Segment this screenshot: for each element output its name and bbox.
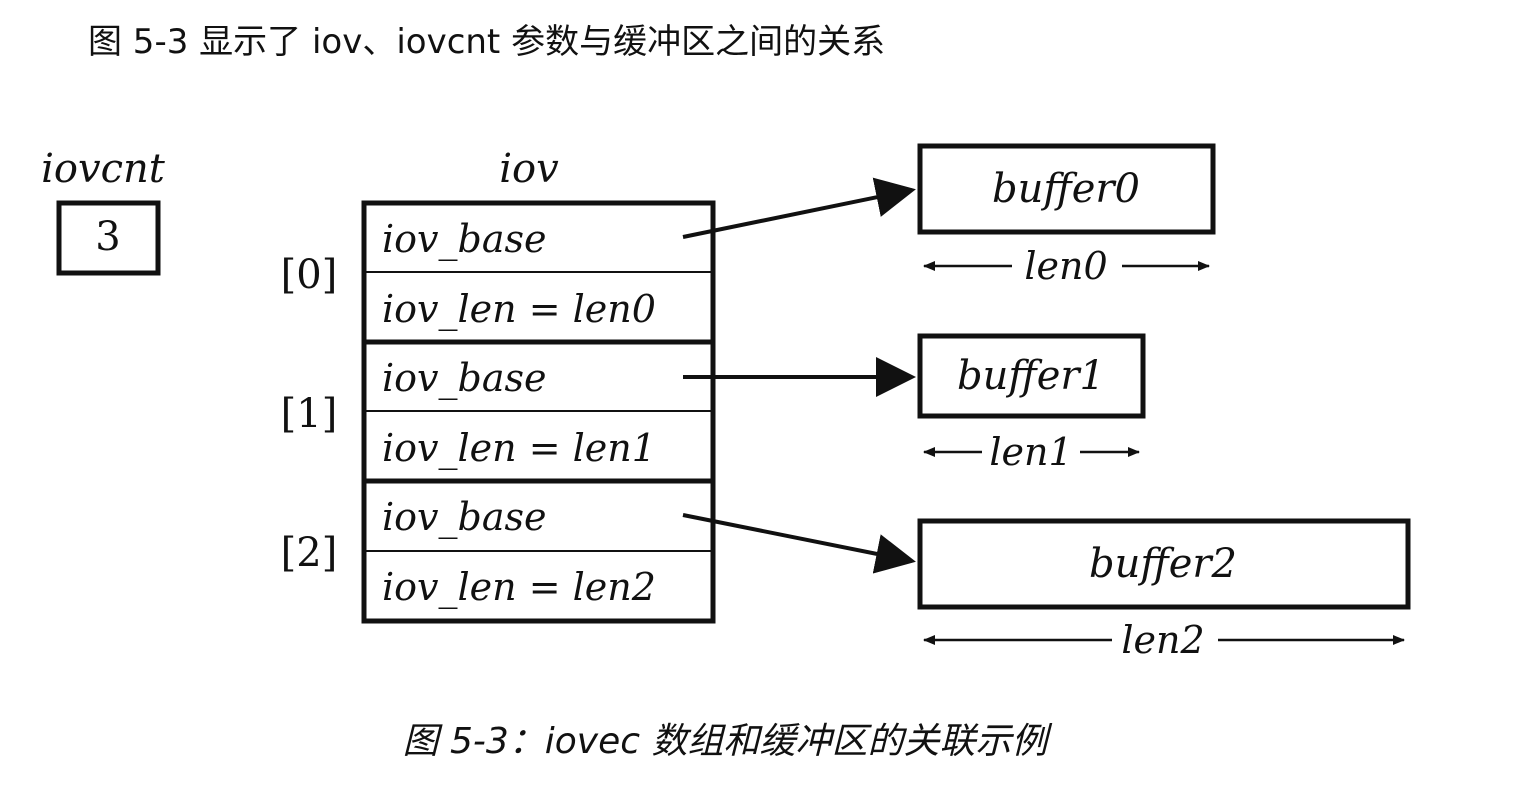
iov-base-1: iov_base xyxy=(382,356,546,401)
iov-index-2: [2] xyxy=(281,530,338,576)
figure-caption: 图 5-3：iovec 数组和缓冲区的关联示例 xyxy=(402,721,1048,762)
iovec-diagram: iovcnt 3 iov [0] iov_base iov_len = len0… xyxy=(41,143,1411,662)
iov-len-0: iov_len = len0 xyxy=(382,287,656,332)
buffer-len-label-1: len1 xyxy=(989,430,1072,474)
iov-index-1: [1] xyxy=(281,391,338,437)
buffer-name-0: buffer0 xyxy=(992,166,1140,212)
buffer-len-label-2: len2 xyxy=(1121,618,1204,662)
pointer-arrow-0 xyxy=(682,177,916,239)
iov-base-2: iov_base xyxy=(382,495,546,540)
iovcnt-value: 3 xyxy=(95,214,120,260)
buffer-len-label-0: len0 xyxy=(1024,244,1107,288)
iovcnt-label: iovcnt xyxy=(41,146,166,192)
pointer-arrow-2 xyxy=(682,513,916,574)
buffer-name-1: buffer1 xyxy=(957,353,1105,399)
iov-base-0: iov_base xyxy=(382,217,546,262)
buffer-name-2: buffer2 xyxy=(1089,541,1237,587)
iov-len-2: iov_len = len2 xyxy=(382,565,656,610)
iov-index-0: [0] xyxy=(281,252,338,298)
iov-label: iov xyxy=(499,146,559,192)
iov-len-1: iov_len = len1 xyxy=(382,426,656,471)
